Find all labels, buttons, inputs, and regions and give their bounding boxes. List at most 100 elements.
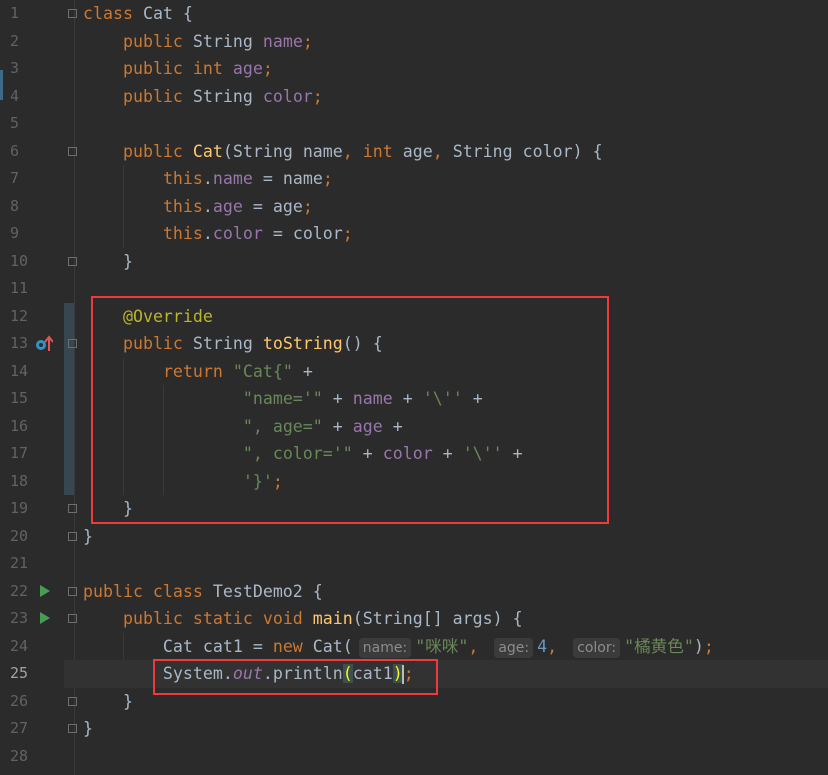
text[interactable]: } bbox=[83, 719, 93, 738]
field[interactable]: age bbox=[233, 59, 263, 78]
keyword[interactable]: , bbox=[468, 637, 488, 656]
run-icon[interactable] bbox=[40, 584, 50, 597]
code-line[interactable]: 24 Cat cat1 = new Cat(name: "咪咪", age: 4, … bbox=[0, 633, 828, 661]
method-name[interactable]: main bbox=[313, 609, 353, 628]
code-text[interactable]: } bbox=[83, 523, 93, 551]
text[interactable]: } bbox=[83, 692, 133, 711]
fold-toggle-icon[interactable] bbox=[68, 9, 77, 18]
string-literal[interactable]: "咪咪" bbox=[415, 637, 468, 656]
text[interactable]: (String name bbox=[223, 142, 343, 161]
keyword[interactable]: , bbox=[547, 637, 567, 656]
text[interactable]: ) bbox=[694, 637, 704, 656]
text[interactable]: = name bbox=[253, 169, 323, 188]
line-number[interactable]: 20 bbox=[6, 523, 34, 551]
line-number[interactable]: 28 bbox=[6, 743, 34, 771]
line-number[interactable]: 13 bbox=[6, 330, 34, 358]
fold-toggle-icon[interactable] bbox=[68, 696, 77, 706]
code-line[interactable]: 9 this.color = color; bbox=[0, 220, 828, 248]
code-line[interactable]: 22 public class TestDemo2 { bbox=[0, 578, 828, 606]
code-text[interactable]: public static void main(String[] args) { bbox=[83, 605, 523, 633]
code-line[interactable]: 2 public String name; bbox=[0, 28, 828, 56]
line-number[interactable]: 3 bbox=[6, 55, 34, 83]
line-number[interactable]: 2 bbox=[6, 28, 34, 56]
text[interactable]: = color bbox=[263, 224, 343, 243]
override-method-icon[interactable] bbox=[35, 335, 54, 357]
method-name[interactable]: Cat bbox=[193, 142, 223, 161]
code-text[interactable]: public String name; bbox=[83, 28, 313, 56]
keyword[interactable]: , bbox=[433, 142, 453, 161]
line-number[interactable]: 15 bbox=[6, 385, 34, 413]
keyword[interactable]: ; bbox=[323, 169, 333, 188]
keyword[interactable]: public bbox=[123, 87, 193, 106]
text[interactable] bbox=[83, 169, 163, 188]
line-number[interactable]: 17 bbox=[6, 440, 34, 468]
code-line[interactable]: 4 public String color; bbox=[0, 83, 828, 111]
line-number[interactable]: 22 bbox=[6, 578, 34, 606]
text[interactable]: } bbox=[83, 252, 133, 271]
code-text[interactable]: public class TestDemo2 { bbox=[83, 578, 323, 606]
keyword[interactable]: public static void bbox=[123, 609, 313, 628]
code-line[interactable]: 21 bbox=[0, 550, 828, 578]
text[interactable]: . bbox=[203, 197, 213, 216]
code-text[interactable]: class Cat { bbox=[83, 0, 193, 28]
code-line[interactable]: 28 bbox=[0, 743, 828, 771]
keyword[interactable]: class bbox=[83, 4, 143, 23]
fold-toggle-icon[interactable] bbox=[68, 724, 77, 733]
code-line[interactable]: 5 bbox=[0, 110, 828, 138]
keyword[interactable]: ; bbox=[263, 59, 273, 78]
keyword[interactable]: ; bbox=[704, 637, 714, 656]
keyword[interactable]: ; bbox=[303, 32, 313, 51]
keyword[interactable]: public class bbox=[83, 582, 213, 601]
line-number[interactable]: 21 bbox=[6, 550, 34, 578]
field[interactable]: name bbox=[213, 169, 253, 188]
code-line[interactable]: 23 public static void main(String[] args… bbox=[0, 605, 828, 633]
text[interactable]: String bbox=[193, 87, 263, 106]
code-text[interactable]: public String color; bbox=[83, 83, 323, 111]
text[interactable]: = age bbox=[243, 197, 303, 216]
code-line[interactable]: 7 this.name = name; bbox=[0, 165, 828, 193]
text[interactable]: age bbox=[403, 142, 433, 161]
code-editor[interactable]: 1 class Cat {2 public String name; 3 publi… bbox=[0, 0, 828, 775]
text[interactable]: TestDemo2 { bbox=[213, 582, 323, 601]
text[interactable]: (String[] args) { bbox=[353, 609, 523, 628]
line-number[interactable]: 14 bbox=[6, 358, 34, 386]
line-number[interactable]: 12 bbox=[6, 303, 34, 331]
code-text[interactable]: this.name = name; bbox=[83, 165, 333, 193]
number-literal[interactable]: 4 bbox=[537, 637, 547, 656]
field[interactable]: color bbox=[263, 87, 313, 106]
code-line[interactable]: 3 public int age; bbox=[0, 55, 828, 83]
line-number[interactable]: 27 bbox=[6, 715, 34, 743]
code-text[interactable]: Cat cat1 = new Cat(name: "咪咪", age: 4, col… bbox=[83, 633, 714, 663]
keyword[interactable]: public bbox=[123, 32, 193, 51]
line-number[interactable]: 1 bbox=[6, 0, 34, 28]
fold-toggle-icon[interactable] bbox=[68, 504, 77, 513]
text[interactable] bbox=[83, 59, 123, 78]
line-number[interactable]: 5 bbox=[6, 110, 34, 138]
fold-toggle-icon[interactable] bbox=[68, 586, 77, 596]
text[interactable]: . bbox=[203, 169, 213, 188]
keyword[interactable]: ; bbox=[303, 197, 313, 216]
code-line[interactable]: 1 class Cat { bbox=[0, 0, 828, 28]
keyword[interactable]: ; bbox=[343, 224, 353, 243]
code-text[interactable]: this.color = color; bbox=[83, 220, 353, 248]
keyword[interactable]: ; bbox=[313, 87, 323, 106]
field[interactable]: age bbox=[213, 197, 243, 216]
line-number[interactable]: 25 bbox=[6, 660, 34, 688]
fold-toggle-icon[interactable] bbox=[68, 531, 77, 541]
text[interactable] bbox=[83, 609, 123, 628]
text[interactable]: Cat cat1 = bbox=[83, 637, 273, 656]
line-number[interactable]: 26 bbox=[6, 688, 34, 716]
line-number[interactable]: 7 bbox=[6, 165, 34, 193]
field[interactable]: color bbox=[213, 224, 263, 243]
fold-toggle-icon[interactable] bbox=[68, 146, 77, 156]
text[interactable] bbox=[83, 224, 163, 243]
line-number[interactable]: 6 bbox=[6, 138, 34, 166]
code-line[interactable]: 8 this.age = age; bbox=[0, 193, 828, 221]
fold-toggle-icon[interactable] bbox=[68, 614, 77, 623]
keyword[interactable]: new bbox=[273, 637, 313, 656]
line-number[interactable]: 4 bbox=[6, 83, 34, 111]
code-text[interactable]: public int age; bbox=[83, 55, 273, 83]
code-text[interactable]: this.age = age; bbox=[83, 193, 313, 221]
text[interactable]: } bbox=[83, 527, 93, 546]
line-number[interactable]: 18 bbox=[6, 468, 34, 496]
